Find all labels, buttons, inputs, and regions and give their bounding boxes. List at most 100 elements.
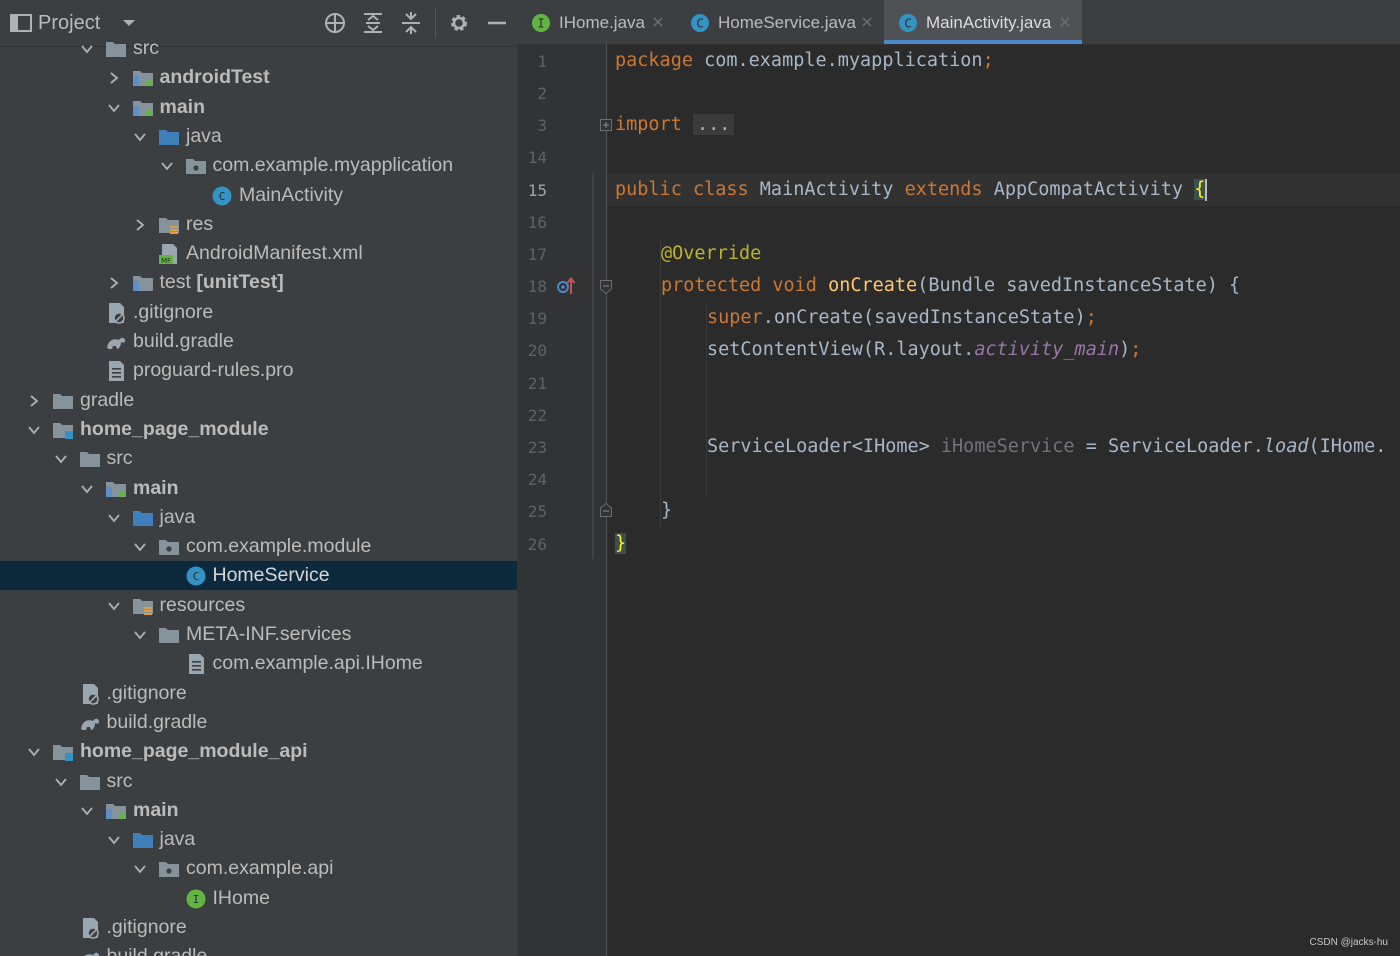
tab-label: IHome.java — [559, 13, 645, 32]
editor: I IHome.java C HomeService.java C MainAc… — [517, 0, 1400, 956]
tree-item-label: gradle — [80, 389, 135, 411]
package-icon — [159, 862, 179, 877]
line-number: 22 — [527, 406, 547, 425]
test-folder-icon — [132, 276, 153, 291]
text-file-icon — [109, 361, 124, 381]
tab-mainactivity-java[interactable]: C MainActivity.java — [884, 0, 1082, 44]
tree-item[interactable]: test [unitTest] — [0, 268, 517, 297]
tree-item[interactable]: MF AndroidManifest.xml — [0, 239, 517, 268]
tree-item-label: META-INF.services — [186, 623, 352, 645]
tree-item[interactable]: .gitignore — [0, 913, 517, 942]
tree-item[interactable]: main — [0, 474, 517, 503]
chevron-right-icon[interactable] — [107, 71, 121, 85]
tree-item[interactable]: java — [0, 122, 517, 151]
project-view-icon[interactable] — [8, 10, 34, 36]
gradle-icon — [83, 952, 99, 956]
tree-item[interactable]: com.example.api.IHome — [0, 649, 517, 678]
project-view-selector[interactable]: Project — [38, 10, 100, 36]
tree-item[interactable]: C MainActivity — [0, 181, 517, 210]
chevron-down-icon[interactable] — [107, 599, 121, 613]
tree-item[interactable]: src — [0, 444, 517, 473]
tree-item[interactable]: .gitignore — [0, 679, 517, 708]
tree-item[interactable]: java — [0, 503, 517, 532]
tree-item-label: java — [159, 828, 196, 850]
tree-item[interactable]: com.example.module — [0, 532, 517, 561]
chevron-down-icon[interactable] — [133, 130, 147, 144]
chevron-right-icon[interactable] — [27, 394, 41, 408]
tree-item[interactable]: .gitignore — [0, 298, 517, 327]
tree-item[interactable]: androidTest — [0, 63, 517, 92]
collapse-all-icon[interactable] — [398, 10, 424, 36]
tree-item[interactable]: build.gradle — [0, 942, 517, 956]
chevron-right-icon[interactable] — [107, 276, 121, 290]
tree-item[interactable]: META-INF.services — [0, 620, 517, 649]
chevron-down-icon[interactable] — [160, 159, 174, 173]
chevron-down-icon[interactable] — [80, 42, 94, 56]
tree-item-label: HomeService — [212, 564, 330, 586]
expand-all-icon[interactable] — [360, 10, 386, 36]
fold-marker-line — [592, 173, 594, 559]
tab-ihome-java[interactable]: I IHome.java — [517, 0, 675, 44]
fold-toggle-icon[interactable] — [599, 502, 613, 518]
tree-item-label: build.gradle — [106, 711, 208, 733]
svg-text:MF: MF — [161, 257, 171, 265]
close-icon[interactable] — [1059, 16, 1071, 28]
tree-item[interactable]: resources — [0, 591, 517, 620]
chevron-down-icon[interactable] — [107, 101, 121, 115]
close-icon[interactable] — [861, 16, 873, 28]
chevron-down-icon[interactable] — [54, 452, 68, 466]
chevron-down-icon[interactable] — [80, 804, 94, 818]
tab-homeservice-java[interactable]: C HomeService.java — [676, 0, 882, 44]
blue-folder-icon — [132, 511, 153, 526]
fold-toggle-icon[interactable] — [599, 118, 613, 132]
module-icon — [53, 745, 73, 761]
tree-item[interactable]: res — [0, 210, 517, 239]
tree-item[interactable]: com.example.api — [0, 854, 517, 883]
tree-item[interactable]: com.example.myapplication — [0, 151, 517, 180]
chevron-right-icon[interactable] — [133, 218, 147, 232]
locate-icon[interactable] — [322, 10, 348, 36]
tree-item[interactable]: java — [0, 825, 517, 854]
chevron-down-icon[interactable] — [27, 745, 41, 759]
tree-item[interactable]: src — [0, 767, 517, 796]
code-line-17: @Override — [661, 243, 762, 264]
class-icon: C — [186, 566, 205, 586]
chevron-down-icon[interactable] — [107, 511, 121, 525]
chevron-down-icon[interactable] — [116, 10, 142, 36]
code-line-23: ServiceLoader<IHome> iHomeService = Serv… — [707, 436, 1387, 457]
svg-text:C: C — [696, 17, 703, 31]
tree-item[interactable]: home_page_module_api — [0, 737, 517, 766]
tree-item[interactable]: home_page_module — [0, 415, 517, 444]
fold-toggle-icon[interactable] — [599, 279, 613, 295]
chevron-down-icon[interactable] — [107, 833, 121, 847]
tree-item[interactable]: proguard-rules.pro — [0, 356, 517, 385]
folded-imports[interactable]: ... — [692, 114, 735, 135]
minimize-icon[interactable] — [484, 10, 510, 36]
editor-tab-bar: I IHome.java C HomeService.java C MainAc… — [517, 0, 1400, 45]
tree-item[interactable]: C HomeService — [0, 561, 517, 590]
line-number: 20 — [527, 341, 547, 360]
tree-item[interactable]: gradle — [0, 386, 517, 415]
tree-item[interactable]: build.gradle — [0, 327, 517, 356]
chevron-down-icon[interactable] — [133, 540, 147, 554]
tree-item[interactable]: main — [0, 796, 517, 825]
close-icon[interactable] — [652, 16, 664, 28]
tree-item[interactable]: I IHome — [0, 884, 517, 913]
chevron-down-icon[interactable] — [133, 628, 147, 642]
tree-item-label: resources — [159, 594, 246, 616]
tree-item[interactable]: main — [0, 93, 517, 122]
code-line-15: public class MainActivity extends AppCom… — [615, 179, 1208, 201]
chevron-down-icon[interactable] — [54, 775, 68, 789]
chevron-down-icon[interactable] — [133, 862, 147, 876]
tree-item-label: androidTest — [159, 66, 270, 88]
chevron-down-icon[interactable] — [80, 482, 94, 496]
tree-item-label: home_page_module_api — [80, 740, 308, 762]
tree-item[interactable]: src — [0, 34, 517, 63]
tree-item[interactable]: build.gradle — [0, 708, 517, 737]
tree-item-label: AndroidManifest.xml — [186, 242, 363, 264]
chevron-down-icon[interactable] — [27, 423, 41, 437]
class-icon: C — [691, 14, 709, 32]
code-line-19: super.onCreate(savedInstanceState); — [707, 307, 1097, 328]
gear-icon[interactable] — [446, 10, 472, 36]
override-method-icon[interactable] — [555, 276, 577, 296]
